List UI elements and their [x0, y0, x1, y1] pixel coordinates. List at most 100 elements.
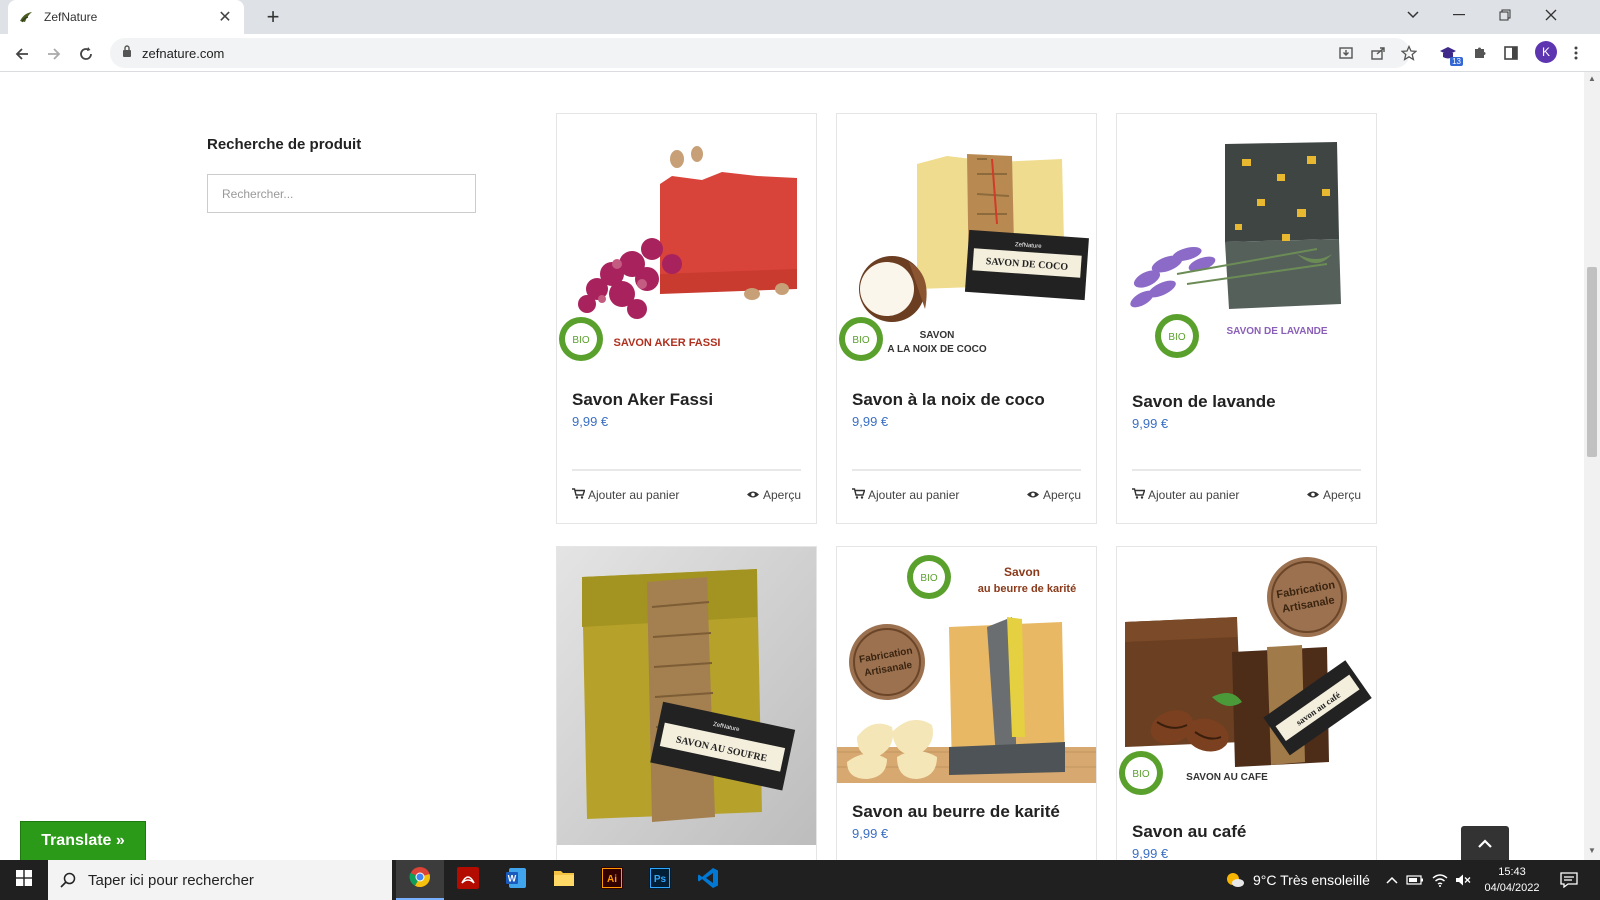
svg-text:Ps: Ps	[654, 874, 667, 885]
reload-icon[interactable]	[74, 42, 98, 66]
divider	[852, 469, 1081, 471]
profile-avatar[interactable]: K	[1535, 41, 1557, 63]
tab-strip: ZefNature ✕ +	[0, 0, 1600, 34]
bio-badge-text: BIO	[920, 573, 937, 584]
artisanal-stamp: Fabrication Artisanale	[849, 624, 925, 700]
product-price: 9,99 €	[852, 826, 889, 841]
product-name[interactable]: Savon au beurre de karité	[852, 802, 1060, 822]
add-to-cart-button[interactable]: Ajouter au panier	[1132, 488, 1239, 502]
preview-button[interactable]: Aperçu	[746, 488, 801, 502]
add-to-cart-label: Ajouter au panier	[868, 488, 960, 502]
share-icon[interactable]	[1367, 42, 1389, 64]
product-actions: Ajouter au panier Aperçu	[1132, 488, 1361, 502]
svg-text:Ai: Ai	[607, 874, 617, 885]
restore-button[interactable]	[1482, 0, 1528, 30]
install-app-icon[interactable]	[1335, 42, 1357, 64]
taskbar-photoshop[interactable]: Ps	[636, 860, 684, 900]
url-text: zefnature.com	[142, 45, 225, 61]
image-label-line1: Savon	[1004, 565, 1040, 579]
bio-badge-text: BIO	[572, 335, 589, 346]
tab-title: ZefNature	[44, 10, 98, 24]
taskbar-chrome[interactable]	[396, 860, 444, 900]
taskbar-clock[interactable]: 15:43 04/04/2022	[1480, 864, 1544, 896]
product-image[interactable]: SAVON AU SOUFRE ZefNature	[557, 547, 816, 845]
scroll-up-icon[interactable]: ▲	[1587, 74, 1597, 83]
product-image[interactable]: BIO SAVON AKER FASSI	[557, 114, 816, 369]
bio-badge: BIO	[559, 317, 603, 361]
eye-icon	[1306, 488, 1320, 502]
start-button[interactable]	[0, 860, 48, 900]
product-name[interactable]: Savon de lavande	[1132, 392, 1276, 412]
vscode-icon	[697, 867, 719, 894]
tab-search-icon[interactable]	[1390, 0, 1436, 30]
taskbar-file-explorer[interactable]	[540, 860, 588, 900]
extension-graduation-icon[interactable]: 13	[1437, 42, 1463, 66]
product-image[interactable]: savon au café Fabrication Artisanale BIO…	[1117, 547, 1376, 802]
new-tab-button[interactable]: +	[260, 4, 286, 30]
back-icon[interactable]	[10, 42, 34, 66]
bio-badge-text: BIO	[1168, 332, 1185, 343]
taskbar-vscode[interactable]	[684, 860, 732, 900]
browser-tab[interactable]: ZefNature ✕	[8, 0, 244, 34]
extensions-puzzle-icon[interactable]	[1469, 42, 1491, 64]
taskbar-illustrator[interactable]: Ai	[588, 860, 636, 900]
scroll-thumb[interactable]	[1587, 267, 1597, 457]
image-label-line2: au beurre de karité	[978, 583, 1076, 595]
close-window-button[interactable]	[1528, 0, 1574, 30]
weather-widget[interactable]: 9°C Très ensoleillé	[1225, 860, 1370, 900]
preview-button[interactable]: Aperçu	[1026, 488, 1081, 502]
translate-button[interactable]: Translate »	[20, 821, 146, 861]
image-label: SAVON AU CAFE	[1186, 772, 1268, 783]
battery-icon[interactable]	[1406, 860, 1424, 900]
taskbar-search-box[interactable]: Taper ici pour rechercher	[48, 860, 392, 900]
image-label-line1: SAVON	[920, 330, 955, 341]
chrome-icon	[409, 866, 431, 893]
folder-icon	[553, 869, 575, 892]
product-search-input[interactable]	[207, 174, 476, 213]
preview-button[interactable]: Aperçu	[1306, 488, 1361, 502]
preview-label: Aperçu	[1042, 488, 1081, 502]
sun-cloud-icon	[1225, 871, 1245, 889]
preview-label: Aperçu	[762, 488, 801, 502]
product-image[interactable]: SAVON DE COCO ZefNature BIO SAVON A LA N…	[837, 114, 1096, 369]
chevron-up-icon	[1477, 836, 1493, 854]
windows-logo-icon	[16, 869, 32, 891]
bio-badge-text: BIO	[852, 335, 869, 346]
bookmark-star-icon[interactable]	[1398, 42, 1420, 64]
show-hidden-icons[interactable]	[1386, 860, 1398, 900]
product-name[interactable]: Savon au café	[1132, 822, 1246, 842]
product-image[interactable]: BIO SAVON DE LAVANDE	[1117, 114, 1376, 372]
product-name[interactable]: Savon Aker Fassi	[572, 390, 713, 410]
forward-icon[interactable]	[42, 42, 66, 66]
speaker-muted-icon[interactable]	[1455, 860, 1471, 900]
page-scrollbar[interactable]: ▲ ▼	[1584, 72, 1600, 860]
artisanal-stamp: Fabrication Artisanale	[1267, 557, 1347, 637]
product-name[interactable]: Savon à la noix de coco	[852, 390, 1045, 410]
eye-icon	[1026, 488, 1040, 502]
product-tag: SAVON DE COCO ZefNature	[964, 229, 1089, 301]
product-price: 9,99 €	[1132, 416, 1169, 431]
add-to-cart-button[interactable]: Ajouter au panier	[572, 488, 679, 502]
taskbar-acrobat[interactable]	[444, 860, 492, 900]
side-panel-icon[interactable]	[1500, 42, 1522, 64]
omnibox[interactable]: zefnature.com	[110, 38, 1410, 68]
product-image[interactable]: Fabrication Artisanale BIO Savon au beur…	[837, 547, 1096, 783]
add-to-cart-label: Ajouter au panier	[1148, 488, 1240, 502]
notifications-icon[interactable]	[1560, 860, 1578, 900]
cart-icon	[1132, 488, 1146, 502]
image-label-line2: A LA NOIX DE COCO	[887, 344, 986, 355]
close-tab-icon[interactable]: ✕	[216, 7, 234, 27]
browser-menu-icon[interactable]	[1565, 42, 1587, 64]
add-to-cart-button[interactable]: Ajouter au panier	[852, 488, 959, 502]
page-content: Recherche de produit Rechercher... BIO S…	[0, 72, 1584, 860]
minimize-button[interactable]	[1436, 0, 1482, 30]
product-card: BIO SAVON DE LAVANDE Savon de lavande 9,…	[1116, 113, 1377, 524]
scroll-down-icon[interactable]: ▼	[1587, 846, 1597, 855]
bio-badge: BIO	[839, 317, 883, 361]
taskbar-word[interactable]: W	[492, 860, 540, 900]
product-card: savon au café Fabrication Artisanale BIO…	[1116, 546, 1377, 860]
wifi-icon[interactable]	[1432, 860, 1448, 900]
scroll-to-top-button[interactable]	[1461, 826, 1509, 864]
clock-date: 04/04/2022	[1484, 882, 1540, 894]
product-card: SAVON AU SOUFRE ZefNature	[556, 546, 817, 860]
